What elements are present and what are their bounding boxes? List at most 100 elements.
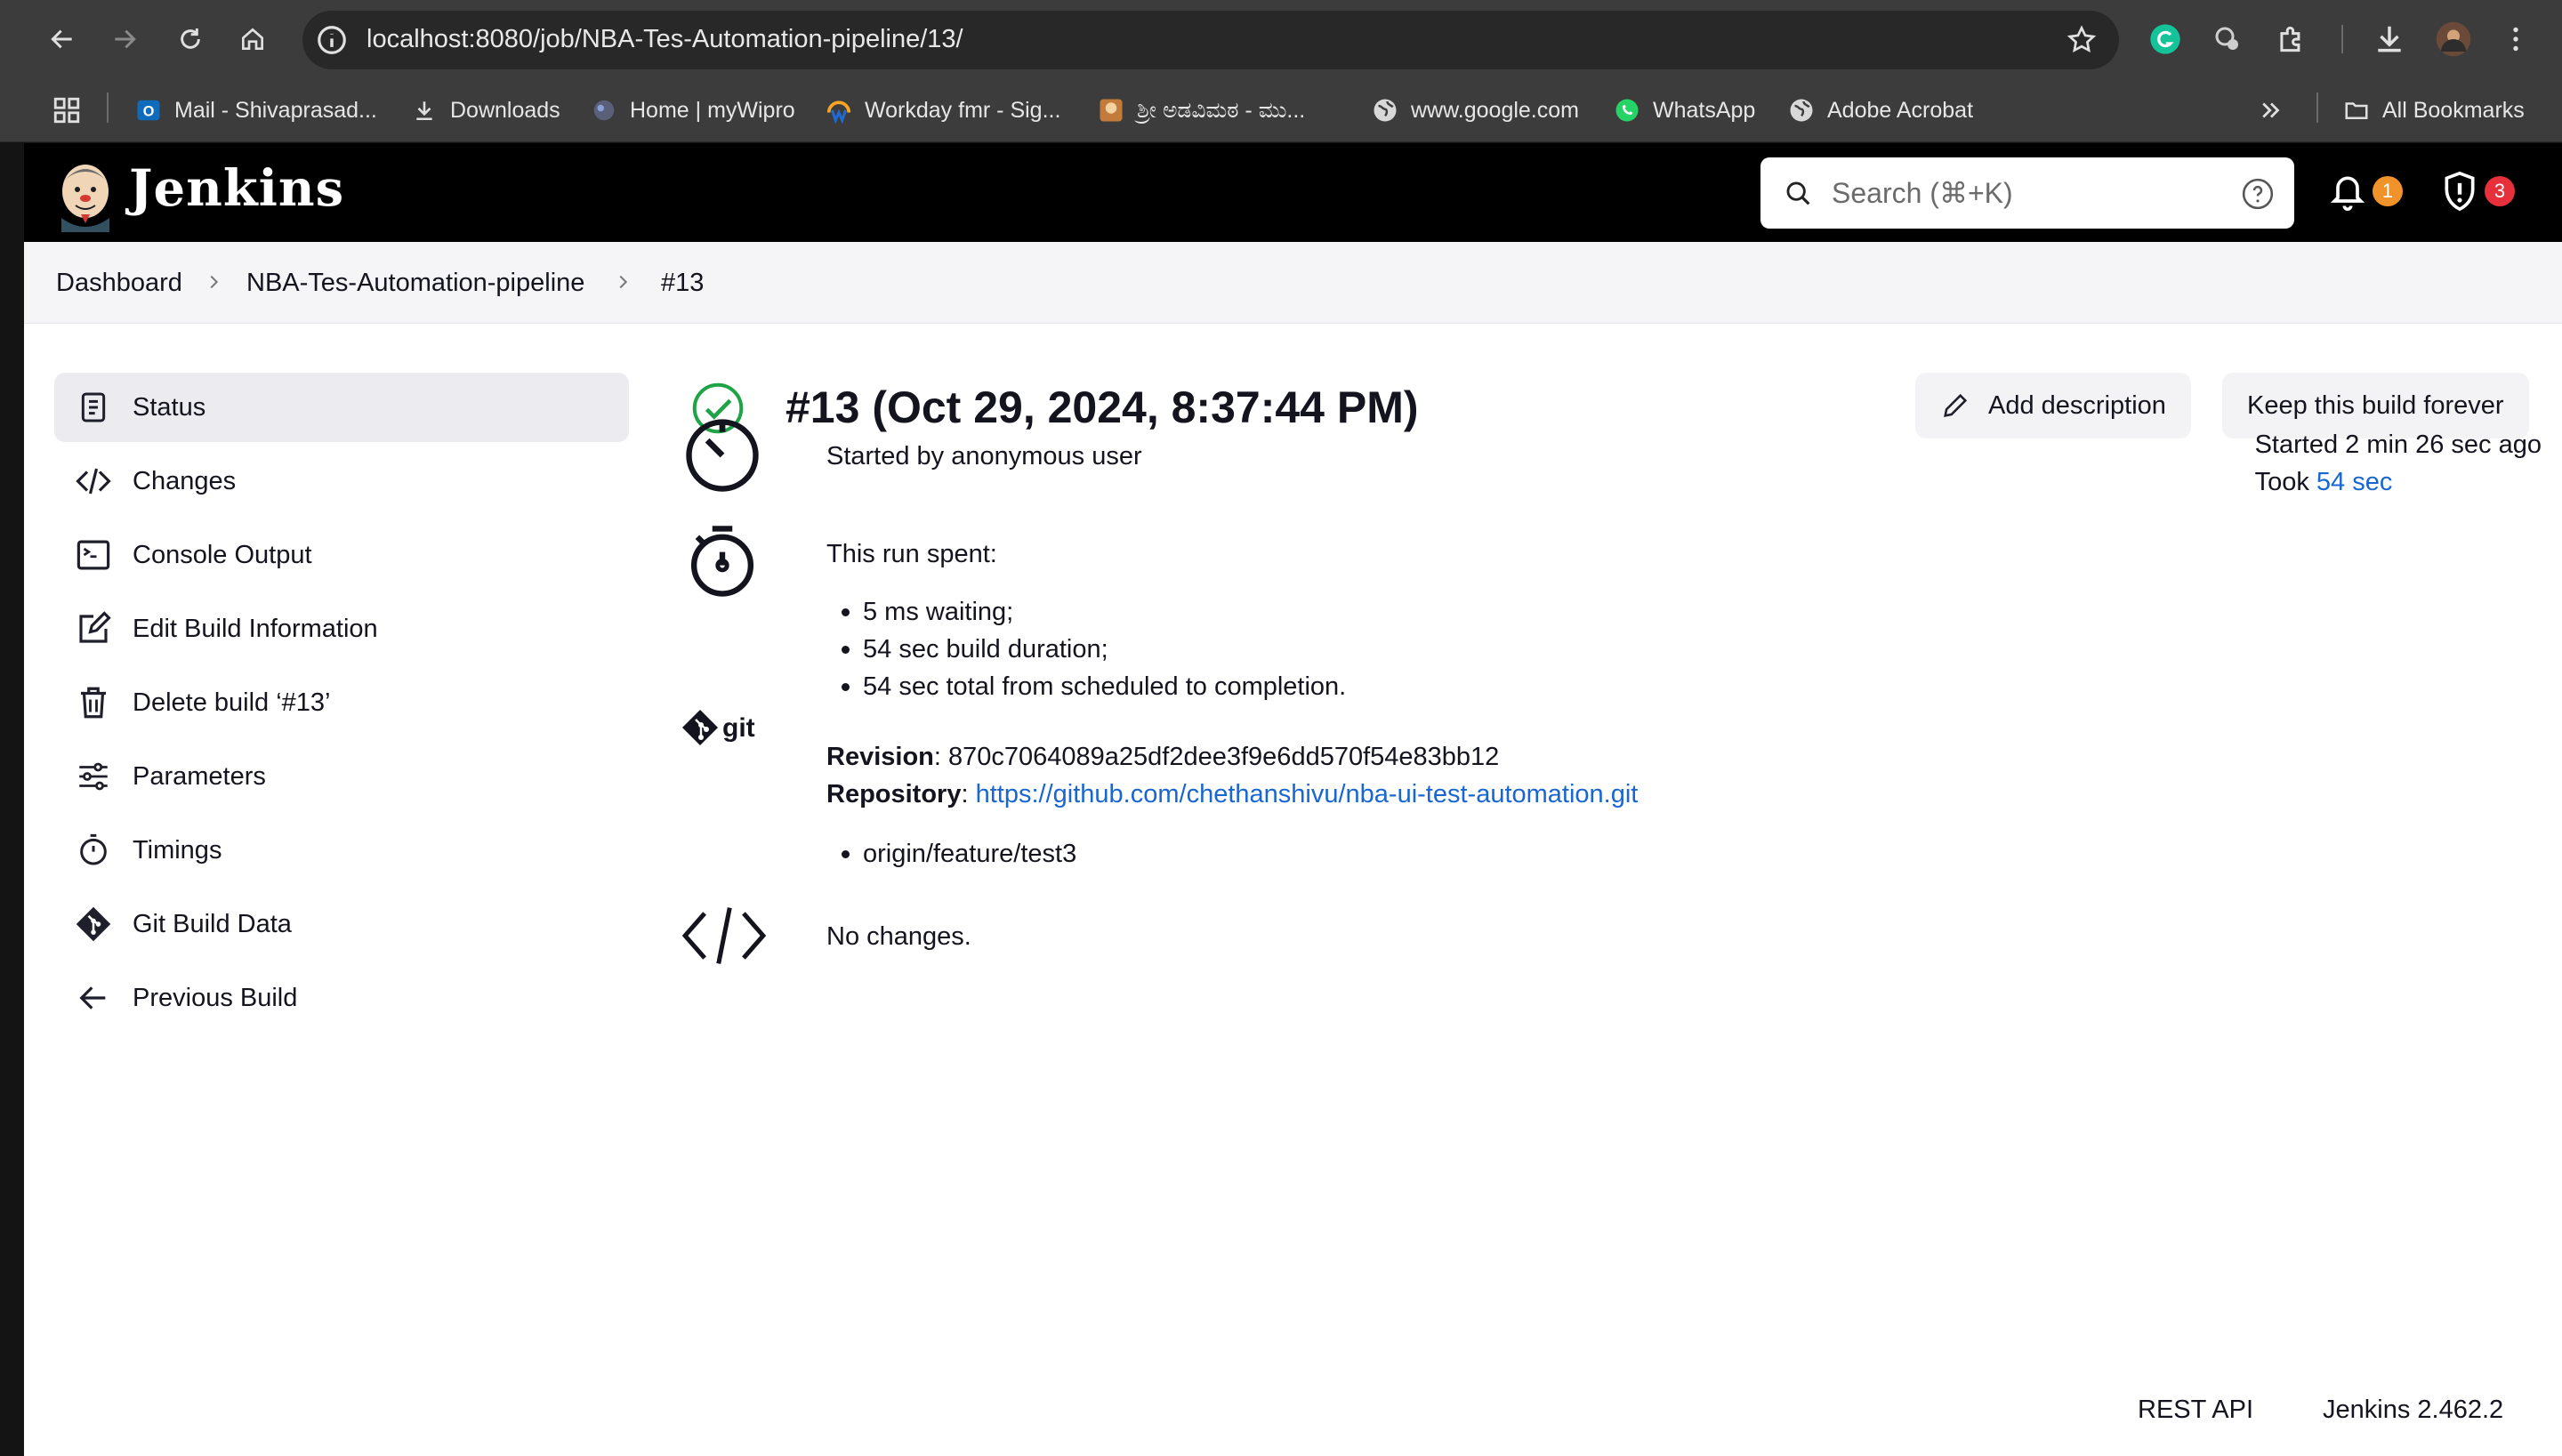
bookmark-downloads[interactable]: Downloads bbox=[411, 93, 560, 128]
workday-icon bbox=[826, 97, 852, 124]
stopwatch-icon bbox=[682, 520, 762, 600]
breadcrumb-build[interactable]: #13 bbox=[661, 269, 704, 298]
sidebar-item-parameters[interactable]: Parameters bbox=[54, 742, 629, 811]
bookmark-star-icon[interactable] bbox=[2066, 24, 2098, 56]
bookmark-label: Mail - Shivaprasad... bbox=[174, 97, 377, 123]
sidebar-item-label: Previous Build bbox=[133, 983, 298, 1012]
breadcrumb-job[interactable]: NBA-Tes-Automation-pipeline bbox=[246, 269, 584, 298]
profile-avatar[interactable] bbox=[2430, 16, 2477, 62]
reload-button[interactable] bbox=[165, 14, 215, 64]
sidebar-item-console-output[interactable]: Console Output bbox=[54, 520, 629, 590]
apps-grid-icon[interactable] bbox=[52, 93, 82, 128]
globe-icon bbox=[1788, 97, 1815, 124]
sidebar-item-changes[interactable]: Changes bbox=[54, 446, 629, 516]
jenkins-header: Jenkins 1 3 bbox=[24, 143, 2562, 242]
took-duration-link[interactable]: 54 sec bbox=[2316, 468, 2392, 496]
extension-icon[interactable] bbox=[2204, 16, 2251, 62]
bookmark-google[interactable]: www.google.com bbox=[1372, 93, 1579, 128]
code-icon bbox=[682, 905, 766, 967]
bookmark-adavimath[interactable]: ಶ್ರೀ ಅಡವಿಮಠ - ಮು... bbox=[1098, 93, 1305, 128]
bookmark-label: Downloads bbox=[450, 97, 560, 123]
started-ago-text: Started 2 min 26 sec ago bbox=[2254, 430, 2542, 459]
keep-forever-label: Keep this build forever bbox=[2247, 390, 2504, 420]
breadcrumb-dashboard[interactable]: Dashboard bbox=[56, 269, 182, 298]
sidebar-item-edit-build-information[interactable]: Edit Build Information bbox=[54, 594, 629, 664]
bookmark-mail[interactable]: O Mail - Shivaprasad... bbox=[135, 93, 377, 128]
sidebar-item-git-build-data[interactable]: Git Build Data bbox=[54, 889, 629, 959]
shield-icon bbox=[2445, 171, 2475, 212]
globe-icon bbox=[1372, 97, 1398, 124]
extensions-puzzle-icon[interactable] bbox=[2268, 16, 2315, 62]
bookmark-adobe-acrobat[interactable]: Adobe Acrobat bbox=[1788, 93, 1973, 128]
page-viewport: Jenkins 1 3 Dashboard NBA-Tes-Automation… bbox=[24, 143, 2562, 1456]
back-button[interactable] bbox=[37, 14, 87, 64]
address-bar[interactable]: localhost:8080/job/NBA-Tes-Automation-pi… bbox=[302, 11, 2119, 69]
search-input[interactable] bbox=[1832, 170, 2223, 216]
outlook-icon: O bbox=[135, 97, 162, 124]
svg-text:O: O bbox=[143, 103, 155, 119]
folder-icon bbox=[2343, 97, 2370, 124]
sidebar-item-previous-build[interactable]: Previous Build bbox=[54, 963, 629, 1033]
add-description-button[interactable]: Add description bbox=[1915, 373, 2191, 438]
bookmark-label: www.google.com bbox=[1411, 97, 1579, 123]
started-by-text: Started by anonymous user bbox=[826, 442, 1142, 471]
build-meta: Started 2 min 26 sec ago Took 54 sec bbox=[2255, 426, 2542, 501]
terminal-icon bbox=[74, 535, 113, 575]
home-button[interactable] bbox=[228, 14, 278, 64]
page-title: #13 (Oct 29, 2024, 8:37:44 PM) bbox=[786, 382, 1419, 432]
sidebar-item-status[interactable]: Status bbox=[54, 373, 629, 442]
grammarly-extension-icon[interactable] bbox=[2142, 16, 2188, 62]
bookmark-label: Workday fmr - Sig... bbox=[865, 97, 1061, 123]
help-icon[interactable] bbox=[2241, 177, 2275, 211]
chevron-right-icon bbox=[613, 272, 632, 292]
sidebar-item-label: Parameters bbox=[133, 761, 266, 791]
toolbar-divider bbox=[2341, 25, 2343, 53]
bookmark-label: Home | myWipro bbox=[630, 97, 795, 123]
jenkins-brand[interactable]: Jenkins bbox=[129, 159, 344, 218]
arrow-right-icon bbox=[115, 29, 136, 49]
sidebar-item-label: Status bbox=[133, 392, 206, 422]
bookmarks-divider bbox=[2316, 93, 2318, 123]
run-spent-list: 5 ms waiting; 54 sec build duration; 54 … bbox=[841, 593, 1346, 705]
arrow-left-icon bbox=[74, 978, 113, 1018]
more-bookmarks-chevron-icon[interactable] bbox=[2258, 93, 2284, 128]
jenkins-logo[interactable] bbox=[54, 156, 117, 232]
sidebar-item-timings[interactable]: Timings bbox=[54, 816, 629, 885]
all-bookmarks-button[interactable]: All Bookmarks bbox=[2343, 93, 2525, 128]
repository-link[interactable]: https://github.com/chethanshivu/nba-ui-t… bbox=[976, 780, 1639, 808]
bookmark-whatsapp[interactable]: WhatsApp bbox=[1614, 93, 1755, 128]
browser-menu-icon[interactable] bbox=[2493, 16, 2539, 62]
bookmark-label: ಶ್ರೀ ಅಡವಿಮಠ - ಮು... bbox=[1137, 97, 1306, 123]
security-button[interactable]: 3 bbox=[2440, 170, 2515, 213]
git-icon bbox=[74, 905, 113, 944]
list-item: 54 sec build duration; bbox=[841, 631, 1346, 668]
site-info-icon[interactable] bbox=[315, 23, 349, 57]
sidebar-item-label: Timings bbox=[133, 835, 222, 865]
sidebar-item-delete-build[interactable]: Delete build ‘#13’ bbox=[54, 668, 629, 737]
bookmark-mywipro[interactable]: Home | myWipro bbox=[591, 93, 795, 128]
stopwatch-icon bbox=[74, 831, 113, 870]
chevron-right-icon bbox=[204, 272, 223, 292]
rest-api-link[interactable]: REST API bbox=[2138, 1396, 2253, 1425]
forward-button[interactable] bbox=[100, 14, 149, 64]
bookmark-workday[interactable]: Workday fmr - Sig... bbox=[826, 93, 1060, 128]
jenkins-version-link[interactable]: Jenkins 2.462.2 bbox=[2323, 1396, 2503, 1425]
branch-list: origin/feature/test3 bbox=[841, 835, 1076, 873]
revision-hash: 870c7064089a25df2dee3f9e6dd570f54e83bb12 bbox=[948, 743, 1500, 771]
search-box[interactable] bbox=[1760, 157, 2294, 229]
revision-line: Revision: 870c7064089a25df2dee3f9e6dd570… bbox=[826, 743, 1500, 771]
revision-label: Revision bbox=[826, 743, 934, 771]
downloads-icon[interactable] bbox=[2366, 16, 2413, 62]
code-icon bbox=[74, 462, 113, 501]
whatsapp-icon bbox=[1614, 97, 1640, 124]
browser-toolbar: localhost:8080/job/NBA-Tes-Automation-pi… bbox=[0, 0, 2562, 78]
notifications-badge: 1 bbox=[2373, 176, 2403, 206]
git-logo-icon: git bbox=[682, 705, 771, 750]
list-item: origin/feature/test3 bbox=[841, 835, 1076, 873]
notifications-button[interactable]: 1 bbox=[2328, 170, 2403, 213]
svg-text:git: git bbox=[722, 713, 755, 743]
took-label: Took bbox=[2254, 468, 2316, 496]
trash-icon bbox=[74, 683, 113, 722]
url-text[interactable]: localhost:8080/job/NBA-Tes-Automation-pi… bbox=[367, 25, 963, 54]
bookmark-label: WhatsApp bbox=[1653, 97, 1756, 123]
